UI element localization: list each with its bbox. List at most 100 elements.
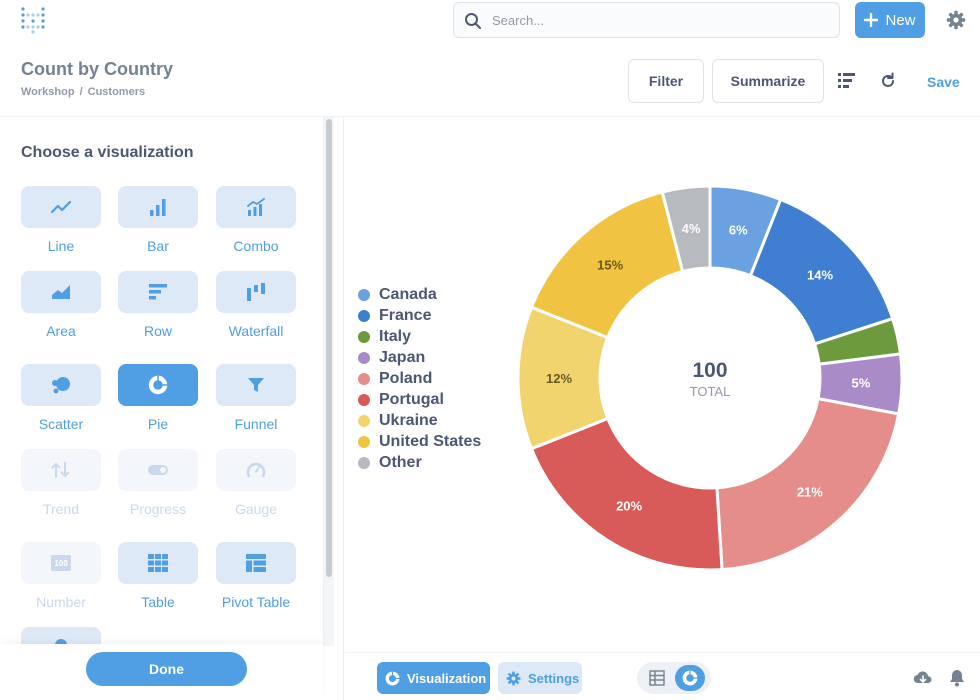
viz-option-funnel[interactable]: Funnel — [216, 364, 298, 432]
viz-option-label: Row — [143, 323, 172, 339]
legend-dot — [358, 372, 370, 385]
filter-button[interactable]: Filter — [628, 59, 704, 103]
legend-dot — [358, 330, 370, 343]
viz-option-pie[interactable]: Pie — [118, 364, 200, 432]
viz-option-bar[interactable]: Bar — [118, 186, 200, 254]
gear-icon[interactable] — [946, 10, 966, 30]
gauge-icon — [246, 462, 266, 478]
funnel-chart-icon — [248, 378, 264, 392]
viz-option-label: Scatter — [38, 416, 84, 432]
legend-label: Portugal — [379, 390, 444, 408]
trend-icon — [51, 462, 70, 478]
pie-chart-icon — [682, 670, 698, 686]
viz-option-number: 100 Number — [21, 542, 103, 610]
new-button-label: New — [885, 11, 916, 29]
table-icon — [148, 554, 168, 572]
viz-option-trend: Trend — [21, 449, 103, 517]
viz-option-pivot-table[interactable]: Pivot Table — [216, 542, 298, 610]
download-icon[interactable] — [913, 670, 933, 686]
viz-option-label: Waterfall — [228, 323, 284, 339]
breadcrumb-separator: / — [79, 86, 83, 98]
viz-option-area[interactable]: Area — [21, 271, 103, 339]
refresh-icon[interactable] — [879, 72, 897, 90]
scatter-chart-icon — [52, 377, 70, 394]
viz-option-label: Combo — [233, 238, 279, 254]
legend-label: France — [379, 306, 432, 324]
viz-option-scatter[interactable]: Scatter — [21, 364, 103, 432]
number-icon: 100 — [51, 555, 71, 571]
legend-label: Canada — [379, 285, 437, 303]
viz-option-label: Pie — [147, 416, 169, 432]
pie-chart-icon — [385, 671, 400, 685]
legend-item[interactable]: Italy — [358, 326, 481, 347]
viz-option-label: Area — [46, 323, 76, 339]
donut-slice-label: 15% — [597, 258, 623, 273]
plus-icon — [864, 13, 879, 27]
donut-slice-label: 5% — [852, 376, 871, 391]
breadcrumb-item-customers[interactable]: Customers — [88, 86, 145, 98]
top-bar: New — [0, 0, 980, 40]
viz-option-combo[interactable]: Combo — [216, 186, 298, 254]
viz-option-label: Trend — [42, 501, 80, 517]
legend-item[interactable]: Ukraine — [358, 410, 481, 431]
donut-slice-label: 4% — [682, 221, 701, 236]
donut-slice-label: 21% — [797, 484, 823, 499]
legend-item[interactable]: Japan — [358, 347, 481, 368]
legend-item[interactable]: Poland — [358, 368, 481, 389]
viz-option-label: Bar — [147, 238, 169, 254]
legend-label: Japan — [379, 348, 426, 366]
table-view-icon[interactable] — [649, 670, 665, 686]
notebook-editor-icon[interactable] — [838, 73, 856, 89]
viz-option-table[interactable]: Table — [118, 542, 200, 610]
legend-item[interactable]: France — [358, 305, 481, 326]
viz-option-label: Funnel — [234, 416, 278, 432]
legend-item[interactable]: Canada — [358, 284, 481, 305]
breadcrumb-item-workshop[interactable]: Workshop — [21, 86, 75, 98]
area-chart-icon — [52, 285, 70, 299]
page-title[interactable]: Count by Country — [21, 59, 173, 80]
legend-dot — [358, 288, 370, 301]
search-box[interactable] — [453, 2, 840, 38]
done-button[interactable]: Done — [86, 652, 247, 686]
donut-slice-label: 20% — [616, 498, 642, 513]
legend-item[interactable]: United States — [358, 431, 481, 452]
legend-item[interactable]: Portugal — [358, 389, 481, 410]
pivot-table-icon — [246, 554, 266, 572]
view-toggle[interactable] — [637, 662, 711, 694]
legend-label: United States — [379, 432, 482, 450]
legend-dot — [358, 414, 370, 427]
donut-slice-label: 14% — [807, 268, 833, 283]
sidebar-scrollbar[interactable] — [323, 117, 334, 646]
donut-chart: 6% 14% 5% 21% 20% 12% 15% 4% 100 TOTAL — [516, 184, 904, 572]
legend-item[interactable]: Other — [358, 452, 481, 473]
donut-slice-label: 6% — [729, 223, 748, 238]
settings-button-label: Settings — [528, 670, 580, 686]
viz-option-line[interactable]: Line — [21, 186, 103, 254]
new-button[interactable]: New — [855, 2, 925, 38]
bell-icon[interactable] — [949, 669, 965, 687]
viz-option-label: Pivot Table — [221, 594, 291, 610]
viz-option-label: Progress — [129, 501, 187, 517]
viz-option-row[interactable]: Row — [118, 271, 200, 339]
legend-label: Italy — [379, 327, 412, 345]
chart-view-toggle[interactable] — [675, 665, 705, 691]
sidebar-footer: Done — [0, 644, 323, 700]
visualization-button[interactable]: Visualization — [377, 662, 490, 694]
legend-dot — [358, 435, 370, 448]
viz-option-label: Line — [47, 238, 75, 254]
donut-total-label: TOTAL — [690, 384, 731, 399]
search-input[interactable] — [492, 9, 822, 31]
donut-total-value: 100 — [692, 359, 727, 382]
save-button[interactable]: Save — [927, 74, 960, 90]
metabase-logo-icon[interactable] — [20, 6, 46, 34]
sidebar-heading: Choose a visualization — [21, 144, 194, 161]
donut-slice[interactable] — [529, 416, 724, 572]
viz-option-progress: Progress — [118, 449, 200, 517]
summarize-button[interactable]: Summarize — [712, 59, 824, 103]
line-chart-icon — [50, 200, 72, 214]
viz-option-waterfall[interactable]: Waterfall — [216, 271, 298, 339]
scrollbar-thumb[interactable] — [326, 119, 332, 577]
legend-label: Ukraine — [379, 411, 438, 429]
settings-button[interactable]: Settings — [498, 662, 582, 694]
waterfall-chart-icon — [247, 283, 265, 301]
